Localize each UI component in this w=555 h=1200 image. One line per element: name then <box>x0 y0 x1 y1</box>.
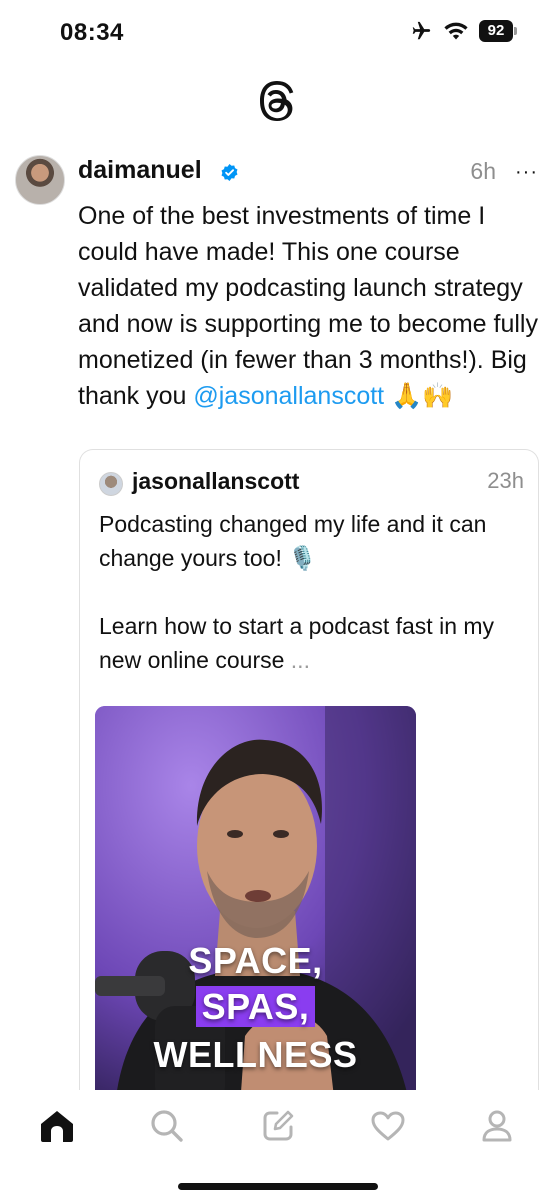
more-options-icon[interactable]: ··· <box>515 162 538 182</box>
see-more-ellipsis[interactable]: ... <box>291 647 310 673</box>
post-emoji: 🙏🙌 <box>391 382 454 410</box>
tab-search[interactable] <box>137 1104 197 1148</box>
avatar[interactable] <box>15 155 65 205</box>
threads-logo-icon[interactable] <box>255 78 299 124</box>
battery-level: 92 <box>479 20 513 42</box>
status-bar: 08:34 92 <box>0 0 555 68</box>
caption-line-1: SPACE, <box>188 940 323 981</box>
post-header: daimanuel 6h ··· <box>78 156 538 188</box>
quoted-text-line2: Learn how to start a podcast fast in my … <box>99 609 529 677</box>
post-time: 6h <box>470 158 496 184</box>
tab-compose[interactable] <box>248 1104 308 1148</box>
verified-badge-icon <box>221 164 238 181</box>
compose-icon <box>263 1110 294 1141</box>
threads-screen: 08:34 92 daimanuel 6h ··· One of the bes… <box>0 0 555 1200</box>
battery-icon: 92 <box>479 20 517 42</box>
post-text: One of the best investments of time I co… <box>78 202 538 410</box>
caption-line-3: WELLNESS <box>153 1034 358 1075</box>
post-username[interactable]: daimanuel <box>78 156 202 185</box>
post-body: One of the best investments of time I co… <box>78 198 548 414</box>
search-icon <box>151 1110 183 1142</box>
home-icon <box>41 1111 73 1142</box>
quoted-time: 23h <box>487 468 524 493</box>
quoted-avatar[interactable] <box>99 472 123 496</box>
activity-heart-icon <box>371 1111 405 1141</box>
home-indicator <box>178 1183 378 1190</box>
quoted-text-line1: Podcasting changed my life and it can ch… <box>99 511 487 571</box>
bottom-tab-bar <box>0 1090 555 1200</box>
tab-profile[interactable] <box>467 1104 527 1148</box>
status-time: 08:34 <box>60 19 124 46</box>
tab-activity[interactable] <box>358 1104 418 1148</box>
wifi-icon <box>444 22 468 40</box>
airplane-icon <box>412 21 431 40</box>
profile-icon <box>482 1110 512 1142</box>
quoted-text: Podcasting changed my life and it can ch… <box>99 507 529 677</box>
caption-line-2: SPAS, <box>95 986 416 1028</box>
caption-highlight: SPAS, <box>195 986 316 1027</box>
video-thumbnail[interactable]: SPACE, SPAS, WELLNESS <box>95 706 416 1106</box>
quoted-username[interactable]: jasonallanscott <box>132 468 299 495</box>
quoted-post[interactable]: jasonallanscott 23h Podcasting changed m… <box>79 449 539 1150</box>
tab-home[interactable] <box>27 1104 87 1148</box>
status-icons: 92 <box>409 20 517 42</box>
mention-link[interactable]: @jasonallanscott <box>193 382 384 410</box>
